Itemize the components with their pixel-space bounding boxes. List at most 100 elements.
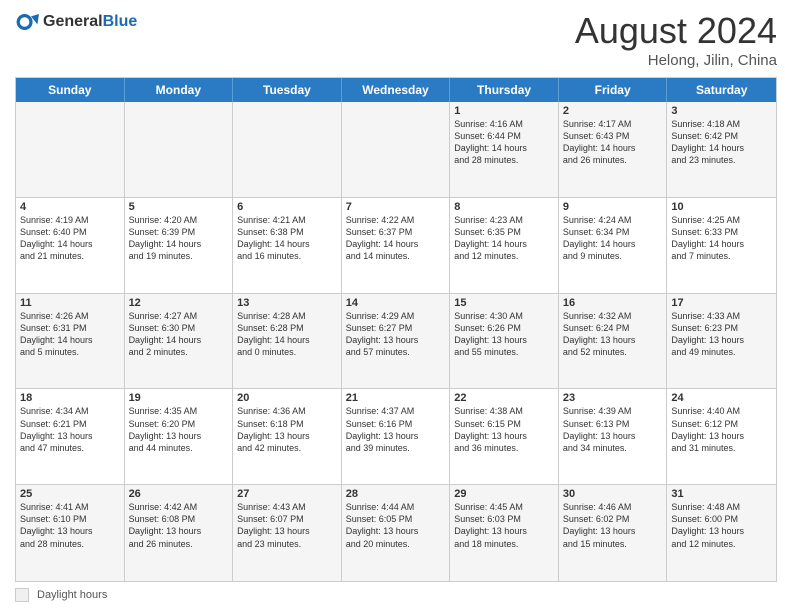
day-info: Sunrise: 4:22 AM Sunset: 6:37 PM Dayligh… bbox=[346, 214, 446, 263]
day-number: 3 bbox=[671, 105, 772, 117]
day-info: Sunrise: 4:40 AM Sunset: 6:12 PM Dayligh… bbox=[671, 405, 772, 454]
calendar-week-2: 4Sunrise: 4:19 AM Sunset: 6:40 PM Daylig… bbox=[16, 198, 776, 294]
calendar-cell-22: 22Sunrise: 4:38 AM Sunset: 6:15 PM Dayli… bbox=[450, 389, 559, 484]
calendar-cell-2: 2Sunrise: 4:17 AM Sunset: 6:43 PM Daylig… bbox=[559, 102, 668, 197]
calendar-cell-15: 15Sunrise: 4:30 AM Sunset: 6:26 PM Dayli… bbox=[450, 294, 559, 389]
location-subtitle: Helong, Jilin, China bbox=[575, 52, 777, 69]
day-info: Sunrise: 4:32 AM Sunset: 6:24 PM Dayligh… bbox=[563, 310, 663, 359]
header: GeneralBlue August 2024 Helong, Jilin, C… bbox=[15, 10, 777, 69]
day-number: 2 bbox=[563, 105, 663, 117]
day-info: Sunrise: 4:43 AM Sunset: 6:07 PM Dayligh… bbox=[237, 501, 337, 550]
day-info: Sunrise: 4:18 AM Sunset: 6:42 PM Dayligh… bbox=[671, 118, 772, 167]
day-number: 9 bbox=[563, 201, 663, 213]
calendar-cell-24: 24Sunrise: 4:40 AM Sunset: 6:12 PM Dayli… bbox=[667, 389, 776, 484]
calendar-cell-5: 5Sunrise: 4:20 AM Sunset: 6:39 PM Daylig… bbox=[125, 198, 234, 293]
calendar-cell-1: 1Sunrise: 4:16 AM Sunset: 6:44 PM Daylig… bbox=[450, 102, 559, 197]
day-info: Sunrise: 4:42 AM Sunset: 6:08 PM Dayligh… bbox=[129, 501, 229, 550]
day-number: 11 bbox=[20, 297, 120, 309]
day-number: 18 bbox=[20, 392, 120, 404]
header-day-sunday: Sunday bbox=[16, 78, 125, 102]
calendar-cell-12: 12Sunrise: 4:27 AM Sunset: 6:30 PM Dayli… bbox=[125, 294, 234, 389]
day-number: 27 bbox=[237, 488, 337, 500]
calendar-cell-empty-1 bbox=[125, 102, 234, 197]
day-info: Sunrise: 4:27 AM Sunset: 6:30 PM Dayligh… bbox=[129, 310, 229, 359]
calendar-cell-21: 21Sunrise: 4:37 AM Sunset: 6:16 PM Dayli… bbox=[342, 389, 451, 484]
day-info: Sunrise: 4:34 AM Sunset: 6:21 PM Dayligh… bbox=[20, 405, 120, 454]
day-info: Sunrise: 4:44 AM Sunset: 6:05 PM Dayligh… bbox=[346, 501, 446, 550]
calendar-cell-30: 30Sunrise: 4:46 AM Sunset: 6:02 PM Dayli… bbox=[559, 485, 668, 581]
day-number: 19 bbox=[129, 392, 229, 404]
calendar-cell-9: 9Sunrise: 4:24 AM Sunset: 6:34 PM Daylig… bbox=[559, 198, 668, 293]
calendar-week-5: 25Sunrise: 4:41 AM Sunset: 6:10 PM Dayli… bbox=[16, 485, 776, 581]
header-day-monday: Monday bbox=[125, 78, 234, 102]
day-info: Sunrise: 4:21 AM Sunset: 6:38 PM Dayligh… bbox=[237, 214, 337, 263]
daylight-legend-label: Daylight hours bbox=[37, 589, 107, 601]
calendar-cell-23: 23Sunrise: 4:39 AM Sunset: 6:13 PM Dayli… bbox=[559, 389, 668, 484]
calendar-week-1: 1Sunrise: 4:16 AM Sunset: 6:44 PM Daylig… bbox=[16, 102, 776, 198]
calendar-cell-empty-3 bbox=[342, 102, 451, 197]
calendar-cell-10: 10Sunrise: 4:25 AM Sunset: 6:33 PM Dayli… bbox=[667, 198, 776, 293]
day-info: Sunrise: 4:41 AM Sunset: 6:10 PM Dayligh… bbox=[20, 501, 120, 550]
logo: GeneralBlue bbox=[15, 10, 137, 34]
day-number: 24 bbox=[671, 392, 772, 404]
title-area: August 2024 Helong, Jilin, China bbox=[575, 10, 777, 69]
day-info: Sunrise: 4:17 AM Sunset: 6:43 PM Dayligh… bbox=[563, 118, 663, 167]
calendar-body: 1Sunrise: 4:16 AM Sunset: 6:44 PM Daylig… bbox=[16, 102, 776, 581]
calendar-cell-3: 3Sunrise: 4:18 AM Sunset: 6:42 PM Daylig… bbox=[667, 102, 776, 197]
day-number: 12 bbox=[129, 297, 229, 309]
day-info: Sunrise: 4:25 AM Sunset: 6:33 PM Dayligh… bbox=[671, 214, 772, 263]
day-number: 23 bbox=[563, 392, 663, 404]
page: GeneralBlue August 2024 Helong, Jilin, C… bbox=[0, 0, 792, 612]
calendar-cell-8: 8Sunrise: 4:23 AM Sunset: 6:35 PM Daylig… bbox=[450, 198, 559, 293]
calendar-cell-13: 13Sunrise: 4:28 AM Sunset: 6:28 PM Dayli… bbox=[233, 294, 342, 389]
month-title: August 2024 bbox=[575, 10, 777, 52]
day-number: 21 bbox=[346, 392, 446, 404]
daylight-legend-box bbox=[15, 588, 29, 602]
calendar-cell-27: 27Sunrise: 4:43 AM Sunset: 6:07 PM Dayli… bbox=[233, 485, 342, 581]
day-number: 28 bbox=[346, 488, 446, 500]
calendar-cell-11: 11Sunrise: 4:26 AM Sunset: 6:31 PM Dayli… bbox=[16, 294, 125, 389]
calendar-cell-14: 14Sunrise: 4:29 AM Sunset: 6:27 PM Dayli… bbox=[342, 294, 451, 389]
day-number: 30 bbox=[563, 488, 663, 500]
calendar-week-4: 18Sunrise: 4:34 AM Sunset: 6:21 PM Dayli… bbox=[16, 389, 776, 485]
footer: Daylight hours bbox=[15, 588, 777, 602]
day-info: Sunrise: 4:23 AM Sunset: 6:35 PM Dayligh… bbox=[454, 214, 554, 263]
day-number: 31 bbox=[671, 488, 772, 500]
day-number: 5 bbox=[129, 201, 229, 213]
day-info: Sunrise: 4:20 AM Sunset: 6:39 PM Dayligh… bbox=[129, 214, 229, 263]
logo-general-text: General bbox=[43, 13, 103, 30]
day-info: Sunrise: 4:26 AM Sunset: 6:31 PM Dayligh… bbox=[20, 310, 120, 359]
day-info: Sunrise: 4:38 AM Sunset: 6:15 PM Dayligh… bbox=[454, 405, 554, 454]
calendar-cell-31: 31Sunrise: 4:48 AM Sunset: 6:00 PM Dayli… bbox=[667, 485, 776, 581]
calendar-cell-17: 17Sunrise: 4:33 AM Sunset: 6:23 PM Dayli… bbox=[667, 294, 776, 389]
day-info: Sunrise: 4:45 AM Sunset: 6:03 PM Dayligh… bbox=[454, 501, 554, 550]
day-number: 26 bbox=[129, 488, 229, 500]
header-day-wednesday: Wednesday bbox=[342, 78, 451, 102]
day-number: 22 bbox=[454, 392, 554, 404]
header-day-thursday: Thursday bbox=[450, 78, 559, 102]
calendar-cell-16: 16Sunrise: 4:32 AM Sunset: 6:24 PM Dayli… bbox=[559, 294, 668, 389]
day-number: 29 bbox=[454, 488, 554, 500]
calendar-cell-7: 7Sunrise: 4:22 AM Sunset: 6:37 PM Daylig… bbox=[342, 198, 451, 293]
day-number: 25 bbox=[20, 488, 120, 500]
day-info: Sunrise: 4:48 AM Sunset: 6:00 PM Dayligh… bbox=[671, 501, 772, 550]
calendar-cell-19: 19Sunrise: 4:35 AM Sunset: 6:20 PM Dayli… bbox=[125, 389, 234, 484]
day-number: 4 bbox=[20, 201, 120, 213]
day-number: 8 bbox=[454, 201, 554, 213]
day-info: Sunrise: 4:19 AM Sunset: 6:40 PM Dayligh… bbox=[20, 214, 120, 263]
calendar-cell-28: 28Sunrise: 4:44 AM Sunset: 6:05 PM Dayli… bbox=[342, 485, 451, 581]
day-number: 10 bbox=[671, 201, 772, 213]
calendar-cell-25: 25Sunrise: 4:41 AM Sunset: 6:10 PM Dayli… bbox=[16, 485, 125, 581]
calendar: SundayMondayTuesdayWednesdayThursdayFrid… bbox=[15, 77, 777, 582]
header-day-tuesday: Tuesday bbox=[233, 78, 342, 102]
header-day-friday: Friday bbox=[559, 78, 668, 102]
day-info: Sunrise: 4:33 AM Sunset: 6:23 PM Dayligh… bbox=[671, 310, 772, 359]
calendar-cell-empty-0 bbox=[16, 102, 125, 197]
logo-blue-text: Blue bbox=[103, 13, 138, 30]
calendar-cell-29: 29Sunrise: 4:45 AM Sunset: 6:03 PM Dayli… bbox=[450, 485, 559, 581]
calendar-cell-20: 20Sunrise: 4:36 AM Sunset: 6:18 PM Dayli… bbox=[233, 389, 342, 484]
day-number: 16 bbox=[563, 297, 663, 309]
day-number: 13 bbox=[237, 297, 337, 309]
day-info: Sunrise: 4:24 AM Sunset: 6:34 PM Dayligh… bbox=[563, 214, 663, 263]
calendar-cell-18: 18Sunrise: 4:34 AM Sunset: 6:21 PM Dayli… bbox=[16, 389, 125, 484]
